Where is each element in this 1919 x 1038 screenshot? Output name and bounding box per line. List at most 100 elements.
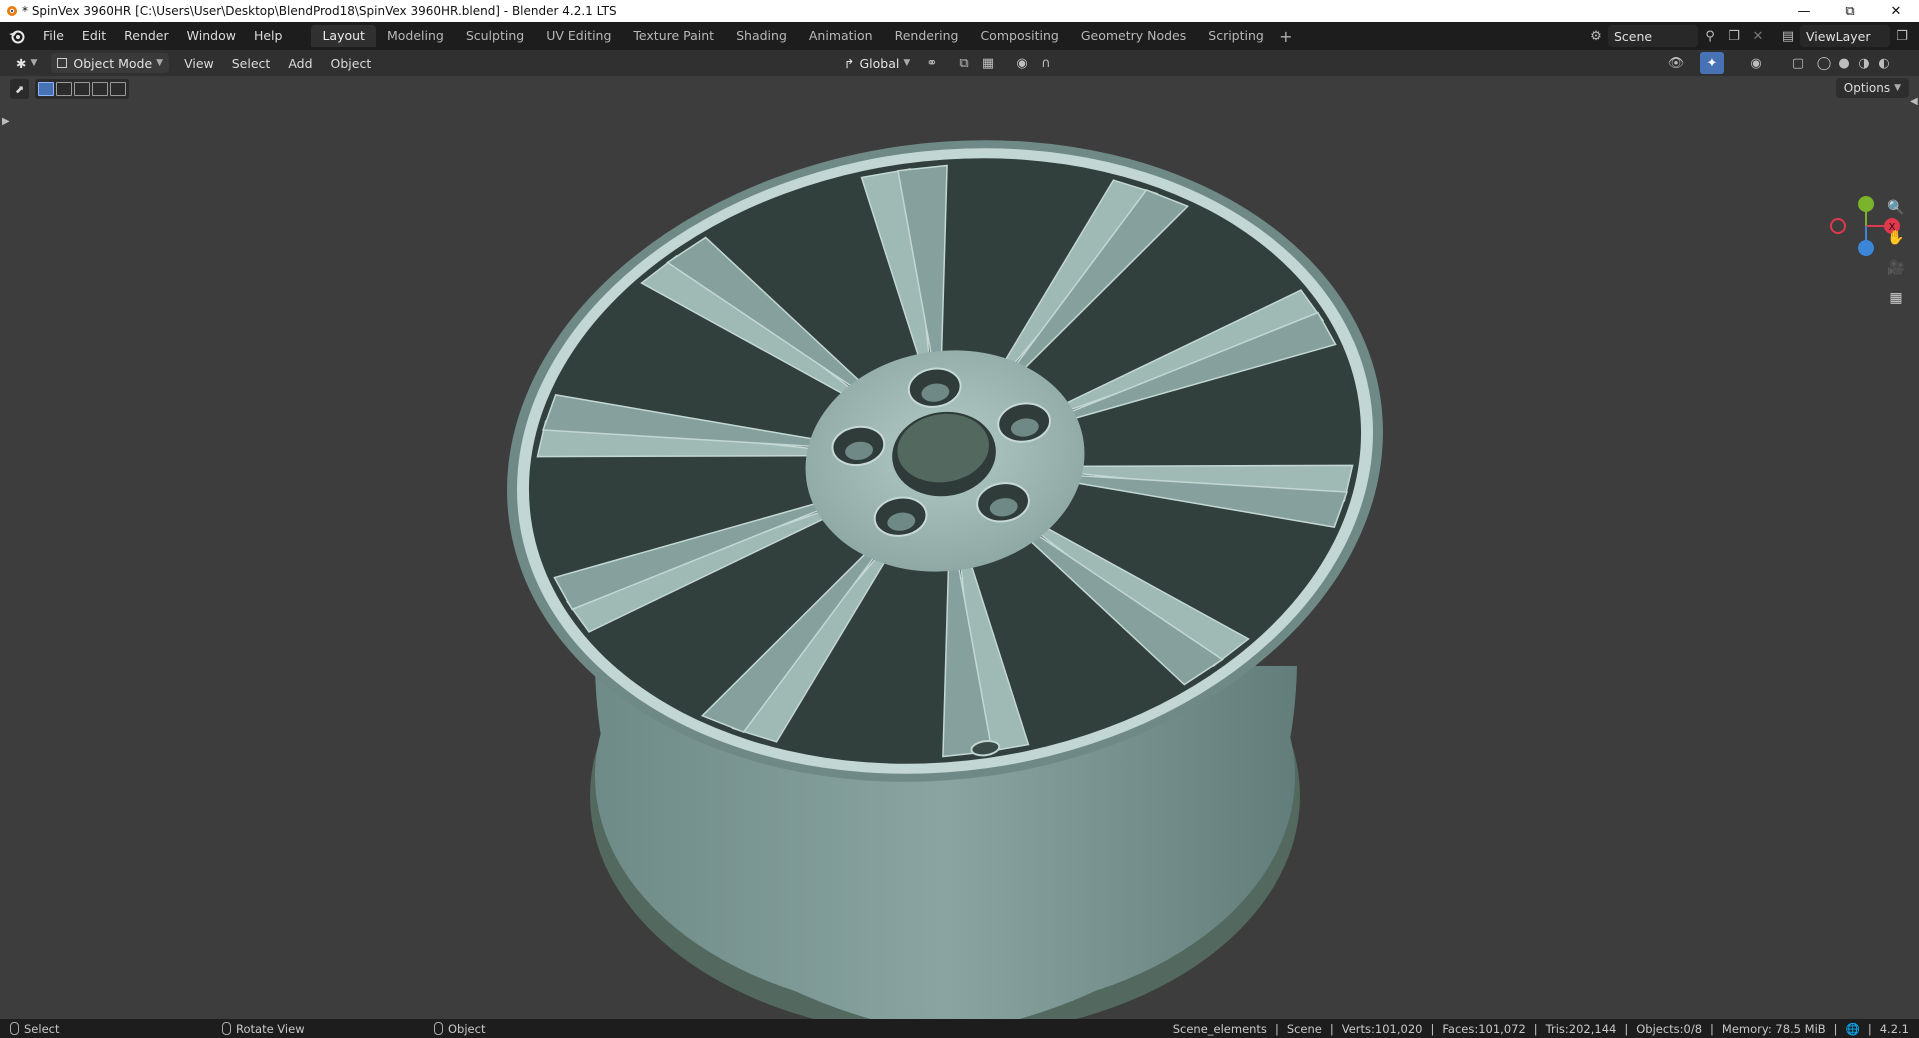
scene-statistics: Scene_elements | Scene | Verts:101,020 | Fa… xyxy=(1172,1021,1909,1036)
blender-logo-icon[interactable] xyxy=(0,22,34,50)
mouse-left-icon xyxy=(10,1022,19,1035)
new-view-layer-icon[interactable]: ❐ xyxy=(1890,25,1914,47)
chevron-down-icon: ▼ xyxy=(30,58,38,68)
menu-add[interactable]: Add xyxy=(279,56,321,71)
transform-orientation-dropdown[interactable]: ↱ Global ▼ xyxy=(838,53,916,73)
tab-rendering[interactable]: Rendering xyxy=(884,25,970,47)
select-invert-icon[interactable] xyxy=(92,82,109,96)
viewport-header: ✱ ▼ Object Mode ▼ View Select Add Object … xyxy=(0,50,1919,76)
menu-help[interactable]: Help xyxy=(245,25,292,47)
tab-modeling[interactable]: Modeling xyxy=(376,25,455,47)
zoom-icon[interactable]: 🔍 xyxy=(1884,196,1908,220)
scene-name-field[interactable]: Scene xyxy=(1608,25,1698,47)
gizmo-toggle-icon[interactable]: ✦ xyxy=(1700,52,1724,74)
scene-selector-icon[interactable]: ⚙ xyxy=(1584,25,1608,47)
status-hint-label: Select xyxy=(24,1021,60,1036)
visibility-icon[interactable]: 👁 xyxy=(1664,52,1688,74)
tab-geometry-nodes[interactable]: Geometry Nodes xyxy=(1070,25,1197,47)
window-title: * SpinVex 3960HR [C:\Users\User\Desktop\… xyxy=(22,4,617,18)
pan-hand-icon[interactable]: ✋ xyxy=(1884,226,1908,250)
status-bar: Select Rotate View Object Scene_elements… xyxy=(0,1019,1919,1038)
status-hint-rotate: Rotate View xyxy=(222,1022,305,1036)
status-hint-object: Object xyxy=(434,1022,485,1036)
editor-type-icon: ✱ xyxy=(16,55,27,71)
options-label: Options xyxy=(1843,81,1891,95)
select-cursor-icon: ⬈ xyxy=(15,82,25,96)
menu-render[interactable]: Render xyxy=(115,25,178,47)
snap-toggle-icon[interactable]: ⧉ xyxy=(952,52,976,74)
orientation-label: Global xyxy=(859,55,900,71)
blender-topbar: File Edit Render Window Help Layout Mode… xyxy=(0,22,1919,50)
network-icon: 🌐 xyxy=(1845,1021,1860,1036)
sidebar-expand-icon[interactable]: ◀ xyxy=(1910,96,1918,107)
view-layer-field[interactable]: ViewLayer xyxy=(1800,25,1890,47)
overlays-icon[interactable]: ◉ xyxy=(1744,52,1768,74)
active-tool-button[interactable]: ⬈ xyxy=(10,79,30,99)
tab-sculpting[interactable]: Sculpting xyxy=(455,25,535,47)
menu-edit[interactable]: Edit xyxy=(73,25,115,47)
mode-label: Object Mode xyxy=(73,55,153,71)
perspective-grid-icon[interactable]: ▦ xyxy=(1884,286,1908,310)
gizmo-y-axis-icon[interactable] xyxy=(1858,196,1874,212)
falloff-icon[interactable]: ∩ xyxy=(1034,52,1058,74)
object-mode-icon xyxy=(57,58,68,68)
tab-animation[interactable]: Animation xyxy=(798,25,884,47)
view-layer-name: ViewLayer xyxy=(1806,28,1871,44)
menu-object[interactable]: Object xyxy=(322,56,381,71)
status-hint-select: Select xyxy=(10,1022,59,1036)
camera-view-icon[interactable]: 🎥 xyxy=(1884,256,1908,280)
stat-faces: Faces:101,072 xyxy=(1442,1021,1526,1036)
menu-window[interactable]: Window xyxy=(178,25,245,47)
tab-compositing[interactable]: Compositing xyxy=(969,25,1069,47)
select-extend-icon[interactable] xyxy=(56,82,73,96)
snap-target-icon[interactable]: ▦ xyxy=(976,52,1000,74)
proportional-edit-icon[interactable]: ◉ xyxy=(1010,52,1034,74)
add-workspace-icon[interactable]: + xyxy=(1275,27,1297,46)
tab-shading[interactable]: Shading xyxy=(725,25,798,47)
chevron-down-icon: ▼ xyxy=(903,58,911,68)
mouse-right-icon xyxy=(434,1022,443,1035)
tab-layout[interactable]: Layout xyxy=(311,25,376,47)
window-titlebar: * SpinVex 3960HR [C:\Users\User\Desktop\… xyxy=(0,0,1919,22)
stat-collection: Scene_elements xyxy=(1172,1021,1267,1036)
scene-name: Scene xyxy=(1614,28,1653,44)
delete-view-layer-icon[interactable]: ✕ xyxy=(1914,25,1919,47)
select-subtract-icon[interactable] xyxy=(74,82,91,96)
delete-scene-icon[interactable]: ✕ xyxy=(1746,25,1770,47)
pivot-point-icon[interactable]: ⚭ xyxy=(920,52,944,74)
menu-view[interactable]: View xyxy=(175,56,223,71)
tab-texture-paint[interactable]: Texture Paint xyxy=(622,25,725,47)
view-layer-selector-icon[interactable]: ▤ xyxy=(1776,25,1800,47)
menu-file[interactable]: File xyxy=(34,25,73,47)
select-intersect-icon[interactable] xyxy=(110,82,127,96)
selection-mode-group xyxy=(35,79,130,99)
blender-app-icon xyxy=(0,0,22,22)
close-button[interactable]: ✕ xyxy=(1873,0,1919,22)
new-scene-icon[interactable]: ❐ xyxy=(1722,25,1746,47)
tab-uv-editing[interactable]: UV Editing xyxy=(535,25,622,47)
tab-scripting[interactable]: Scripting xyxy=(1197,25,1275,47)
xray-icon[interactable]: ▢ xyxy=(1786,52,1810,74)
menu-select[interactable]: Select xyxy=(223,56,280,71)
wheel-model[interactable] xyxy=(0,76,1919,1019)
status-hint-label: Rotate View xyxy=(236,1021,305,1036)
rendered-shading-icon[interactable]: ◐ xyxy=(1872,52,1896,74)
gizmo-z-axis-icon[interactable] xyxy=(1858,240,1874,256)
tool-settings-row: ⬈ xyxy=(10,78,130,100)
pin-icon[interactable]: ⚲ xyxy=(1698,25,1722,47)
mode-dropdown[interactable]: Object Mode ▼ xyxy=(51,53,170,73)
editor-type-button[interactable]: ✱ ▼ xyxy=(10,53,43,73)
stat-verts: Verts:101,020 xyxy=(1341,1021,1423,1036)
minimize-button[interactable]: — xyxy=(1781,0,1827,22)
restore-button[interactable]: ⧉ xyxy=(1827,0,1873,22)
chevron-down-icon: ▼ xyxy=(1894,83,1901,93)
stat-scene: Scene xyxy=(1286,1021,1322,1036)
stat-tris: Tris:202,144 xyxy=(1545,1021,1617,1036)
3d-viewport[interactable]: X 🔍 ✋ 🎥 ▦ ▶ ◀ xyxy=(0,76,1919,1019)
toolbar-expand-icon[interactable]: ▶ xyxy=(2,116,10,127)
gizmo-neg-x-icon[interactable] xyxy=(1830,218,1846,234)
select-new-icon[interactable] xyxy=(38,82,55,96)
orientation-icon: ↱ xyxy=(844,55,855,71)
status-hint-label: Object xyxy=(448,1021,486,1036)
options-dropdown[interactable]: Options ▼ xyxy=(1835,78,1909,98)
